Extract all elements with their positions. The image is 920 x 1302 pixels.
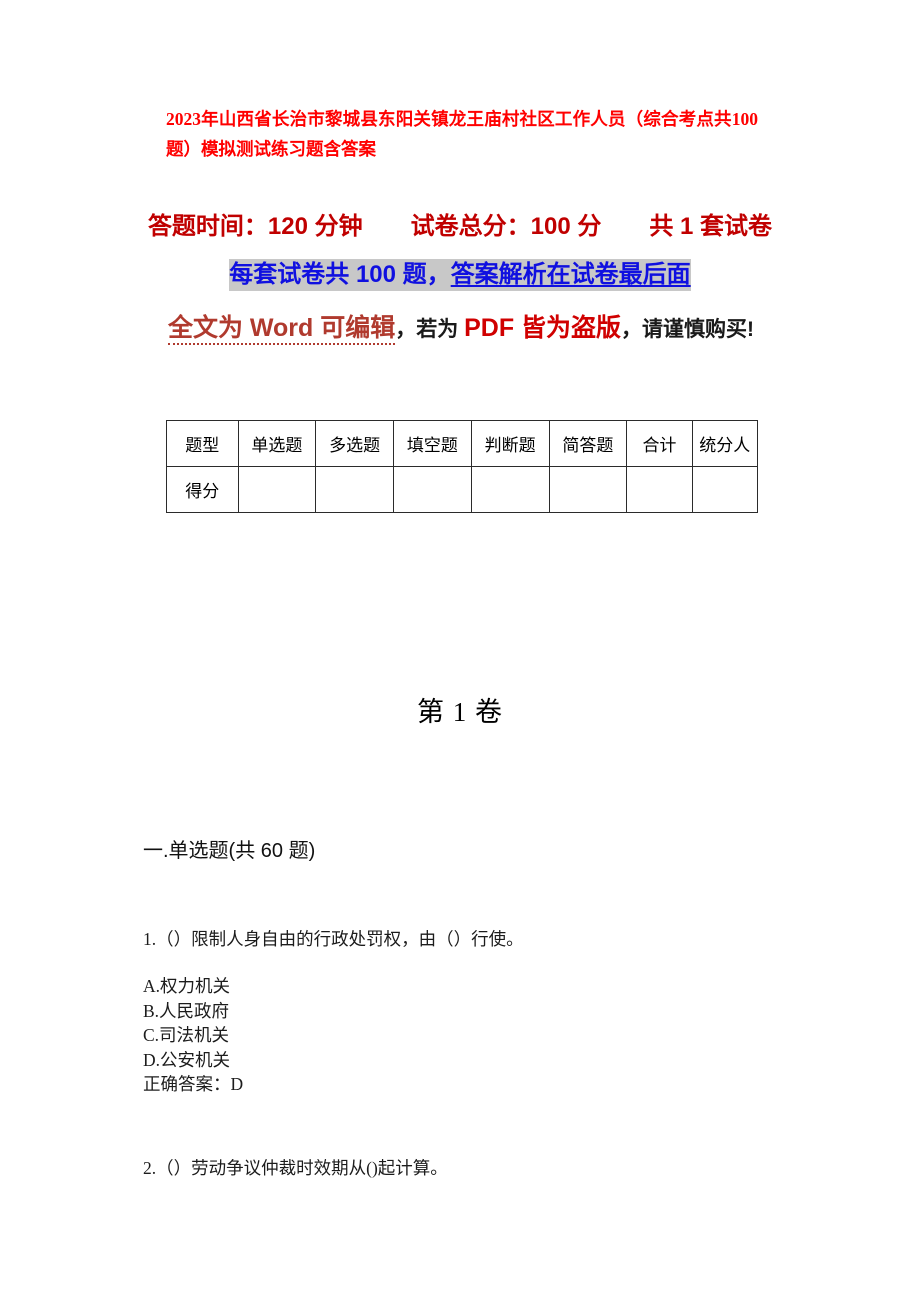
answer-location-line: 每套试卷共 100 题，答案解析在试卷最后面 (0, 258, 920, 292)
document-page: 2023年山西省长治市黎城县东阳关镇龙王庙村社区工作人员（综合考点共100题）模… (0, 0, 920, 1302)
row-label-score: 得分 (166, 466, 239, 513)
answer-location-text: 答案解析在试卷最后面 (450, 261, 691, 288)
answer-location-highlight: 每套试卷共 100 题，答案解析在试卷最后面 (229, 259, 691, 291)
table-row: 得分 (166, 466, 759, 513)
header-cell-true-false: 判断题 (470, 420, 550, 467)
pdf-piracy-text: PDF 皆为盗版 (464, 314, 622, 342)
header-cell-single-choice: 单选题 (237, 420, 317, 467)
question-options: A.权力机关 B.人民政府 C.司法机关 D.公安机关 (143, 974, 783, 1072)
question-item-2: 2.（）劳动争议仲裁时效期从()起计算。 (143, 1155, 783, 1181)
volume-heading: 第 1 卷 (417, 697, 503, 727)
option-b[interactable]: B.人民政府 (143, 999, 783, 1024)
score-cell-multi-choice[interactable] (315, 466, 395, 513)
header-cell-short-answer: 简答题 (548, 420, 628, 467)
header-cell-multi-choice: 多选题 (315, 420, 395, 467)
question-stem: 1.（）限制人身自由的行政处罚权，由（）行使。 (143, 929, 524, 949)
notice-tail-text: ，请谨慎购买! (621, 318, 755, 341)
header-cell-total: 合计 (626, 420, 693, 467)
score-cell-single-choice[interactable] (237, 466, 317, 513)
question-spacer (143, 1097, 783, 1155)
score-table: 题型 单选题 多选题 填空题 判断题 简答题 合计 统分人 得分 (166, 420, 759, 513)
notice-mid-text: ，若为 (395, 318, 465, 341)
score-cell-total[interactable] (626, 466, 693, 513)
option-a[interactable]: A.权力机关 (143, 974, 783, 999)
score-cell-true-false[interactable] (470, 466, 550, 513)
header-cell-fill-blank: 填空题 (393, 420, 472, 467)
question-stem: 2.（）劳动争议仲裁时效期从()起计算。 (143, 1157, 448, 1178)
score-cell-short-answer[interactable] (548, 466, 628, 513)
copyright-notice: 全文为 Word 可编辑，若为 PDF 皆为盗版，请谨慎购买! (148, 305, 774, 353)
question-item-1: 1.（）限制人身自由的行政处罚权，由（）行使。 A.权力机关 B.人民政府 C.… (143, 926, 783, 1097)
score-cell-scorer[interactable] (691, 466, 759, 513)
word-editable-text: 全文为 Word 可编辑 (167, 314, 396, 345)
header-cell-scorer: 统分人 (691, 420, 759, 467)
option-c[interactable]: C.司法机关 (143, 1023, 783, 1048)
question-count-text: 每套试卷共 100 题， (229, 261, 451, 288)
score-cell-fill-blank[interactable] (393, 466, 472, 513)
exam-info-line: 答题时间：120 分钟 试卷总分：100 分 共 1 套试卷 (147, 213, 773, 240)
table-header-row: 题型 单选题 多选题 填空题 判断题 简答题 合计 统分人 (166, 420, 759, 467)
correct-answer: 正确答案：D (143, 1074, 244, 1094)
header-cell-type: 题型 (166, 420, 239, 467)
option-d[interactable]: D.公安机关 (143, 1048, 783, 1073)
content-body: 一.单选题(共 60 题) 1.（）限制人身自由的行政处罚权，由（）行使。 A.… (143, 838, 783, 1203)
document-title: 2023年山西省长治市黎城县东阳关镇龙王庙村社区工作人员（综合考点共100题）模… (166, 109, 758, 159)
section-heading-single-choice: 一.单选题(共 60 题) (143, 840, 316, 862)
